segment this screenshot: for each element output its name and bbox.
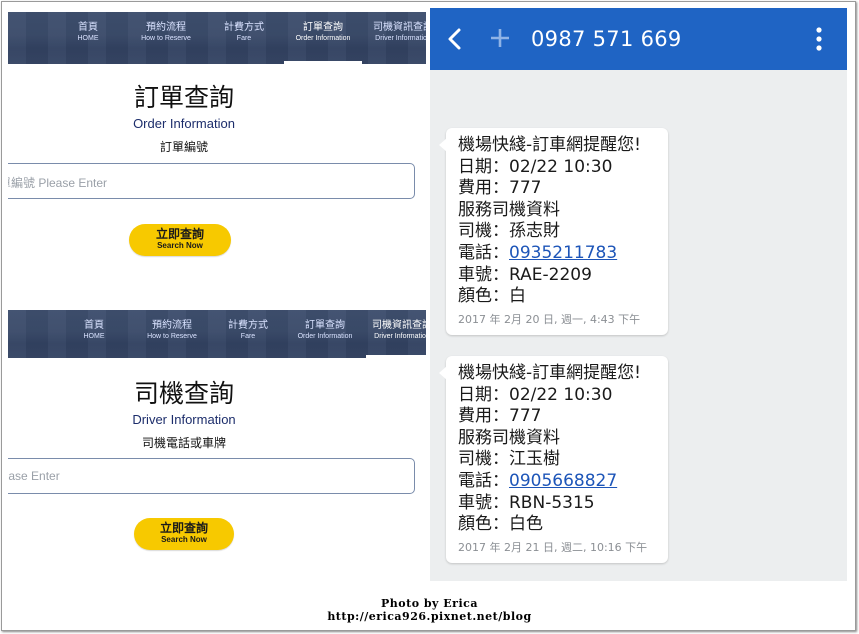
message-driver: 司機：孫志財 [458,221,560,242]
nav-item-order-information[interactable]: 訂單查詢 Order Information [292,320,358,342]
message-fee: 費用：777 [458,406,542,427]
message-color: 顏色：白 [458,286,526,307]
nav-item-driver-information[interactable]: 司機資訊查詢 Driver Information [366,320,426,342]
message-phone-line: 電話：0935211783 [458,242,618,263]
message-color: 顏色：白色 [458,514,543,535]
message-plate: 車號：RAE-2209 [458,264,592,285]
navbar-driver: 首頁 HOME 預約流程 How to Reserve 計費方式 Fare 訂單… [8,310,426,358]
order-subtitle: Order Information [133,116,235,131]
driver-phone-plate-label: 司機電話或車牌 [141,436,226,450]
message-header: 機場快綫-訂車網提醒您! [458,135,641,155]
more-vert-icon[interactable] [812,26,826,52]
nav-item-home[interactable]: 首頁 HOME [70,22,106,44]
web-panel: 首頁 HOME 預約流程 How to Reserve 計費方式 Fare 訂單… [8,8,426,592]
order-number-label: 訂單編號 [159,140,208,154]
plus-icon[interactable] [489,27,511,49]
message-plate: 車號：RBN-5315 [458,492,595,513]
order-title: 訂單查詢 [133,83,234,112]
nav-item-order-information[interactable]: 訂單查詢 Order Information [290,22,356,44]
driver-title: 司機查詢 [133,379,234,408]
nav-items: 首頁 HOME 預約流程 How to Reserve 計費方式 Fare 訂單… [8,12,427,64]
watermark-url: http://erica926.pixnet.net/blog [327,610,532,623]
sms-panel: 0987 571 669 機場快綫-訂車網提醒您! 日期：02/22 10:30… [430,8,847,581]
back-arrow-icon[interactable] [444,26,466,52]
nav-item-how-to-reserve[interactable]: 預約流程 How to Reserve [142,320,202,342]
message-date: 日期：02/22 10:30 [458,156,613,177]
contact-number: 0987 571 669 [531,27,682,51]
driver-phone-plate-input[interactable]: lease Enter [8,458,415,494]
message-bubble[interactable]: 機場快綫-訂車網提醒您! 日期：02/22 10:30 費用：777 服務司機資… [439,356,668,563]
nav-item-fare[interactable]: 計費方式 Fare [220,22,268,44]
message-phone-line: 電話：0905668827 [458,470,618,491]
nav-item-driver-information[interactable]: 司機資訊查詢 Driver Information [368,22,426,44]
message-section: 服務司機資料 [458,427,560,448]
message-bubble[interactable]: 機場快綫-訂車網提醒您! 日期：02/22 10:30 費用：777 服務司機資… [439,128,668,335]
message-fee: 費用：777 [458,178,542,199]
nav-items: 首頁 HOME 預約流程 How to Reserve 計費方式 Fare 訂單… [8,310,427,358]
order-search-button[interactable]: 立即查詢 Search Now [129,224,231,256]
nav-item-home[interactable]: 首頁 HOME [76,320,112,342]
nav-active-underline [366,355,426,358]
message-timestamp: 2017 年 2月 20 日, 週一, 4:43 下午 [458,312,641,326]
watermark-credit: Photo by Erica [381,597,478,610]
nav-active-underline [284,61,362,64]
sms-app-bar: 0987 571 669 [430,8,847,70]
order-number-input[interactable]: 單編號 Please Enter [8,163,415,199]
order-number-placeholder: 單編號 Please Enter [8,176,108,190]
message-header: 機場快綫-訂車網提醒您! [458,363,641,383]
message-driver: 司機：江玉樹 [458,449,560,470]
message-section: 服務司機資料 [458,199,560,220]
phone-link[interactable]: 0905668827 [509,471,617,491]
driver-phone-plate-placeholder: lease Enter [8,469,60,483]
phone-link[interactable]: 0935211783 [509,243,617,263]
nav-item-fare[interactable]: 計費方式 Fare [224,320,272,342]
driver-subtitle: Driver Information [132,412,236,427]
driver-search-button[interactable]: 立即查詢 Search Now [134,518,234,550]
message-date: 日期：02/22 10:30 [458,384,613,405]
nav-item-how-to-reserve[interactable]: 預約流程 How to Reserve [136,22,196,44]
navbar-order: 首頁 HOME 預約流程 How to Reserve 計費方式 Fare 訂單… [8,12,426,64]
message-timestamp: 2017 年 2月 21 日, 週二, 10:16 下午 [458,540,648,554]
